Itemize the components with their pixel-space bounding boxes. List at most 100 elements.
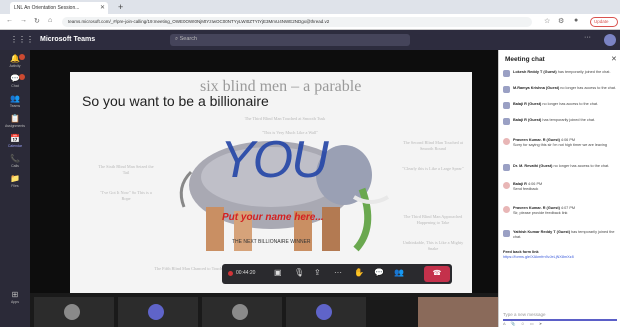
participant-tile[interactable] <box>202 297 282 327</box>
big-word: YOU <box>220 131 329 189</box>
participants-icon[interactable]: 👥 <box>394 268 404 277</box>
people-icon <box>503 102 510 109</box>
sender-name: M.Ramya Krishna (Guest) <box>513 86 560 90</box>
participant-tile[interactable] <box>34 297 114 327</box>
message-text: has temporarily joined the chat. <box>557 70 611 74</box>
avatar[interactable] <box>604 34 616 46</box>
browser-tab-bar: LNL An Orientation Session... ✕ + <box>0 0 620 14</box>
more-options-icon[interactable]: ··· <box>584 34 591 41</box>
url-field[interactable]: teams.microsoft.com/_#/pre-join-calling/… <box>62 17 532 27</box>
sender-name: Balaji R (Guest) <box>513 118 542 122</box>
back-icon[interactable]: ← <box>6 17 13 24</box>
people-icon <box>503 164 510 171</box>
teams-icon: 👥 <box>10 94 20 103</box>
microphone-icon[interactable]: 🎙 <box>294 268 304 277</box>
emoji-icon[interactable]: ☺ <box>521 321 527 326</box>
rail-item-files[interactable]: 📁 Files <box>4 174 26 192</box>
avatar <box>64 304 80 320</box>
rail-item-apps[interactable]: ⊞ Apps <box>4 290 26 308</box>
rail-item-assignments[interactable]: 📋 Assignments <box>4 114 26 132</box>
sender-name: Dr. M. Revathi (Guest) <box>513 164 553 168</box>
message-time: 4:06 PM <box>560 138 576 142</box>
calendar-icon: 📅 <box>10 134 20 143</box>
people-icon <box>503 86 510 93</box>
notification-badge <box>19 74 25 80</box>
message-text: Sorry for saying this sir i'm not high t… <box>513 142 607 147</box>
browser-tab[interactable]: LNL An Orientation Session... <box>10 2 108 14</box>
rail-item-calls[interactable]: 📞 Calls <box>4 154 26 172</box>
compose-toolbar: A 📎 ☺ ▭ ➤ <box>503 321 544 326</box>
parable-text: "Clearly this is Like a Large Spear" <box>402 166 464 171</box>
participant-tile[interactable] <box>286 297 366 327</box>
message-text: Send feedback <box>513 186 539 191</box>
slide-subtitle: So you want to be a billionaire <box>82 93 269 109</box>
participant-tile[interactable] <box>118 297 198 327</box>
sender-name: Yathish Kumar Reddy T (Guest) <box>513 230 570 234</box>
star-icon[interactable]: ☆ <box>544 17 550 25</box>
message-text: Sir, please provide feedback link <box>513 210 568 215</box>
participant-strip <box>30 293 498 327</box>
meeting-controls: 00:44:20 ▣ 🎙 ⇪ ··· ✋ 💬 👥 ☎ <box>222 264 452 284</box>
search-placeholder: Search <box>179 36 198 42</box>
compose-placeholder: Type a new message <box>503 312 546 317</box>
message-text: no longer has access to the chat. <box>560 86 617 90</box>
camera-icon[interactable]: ▣ <box>274 268 282 277</box>
message-text: has temporarily joined the chat. <box>542 118 596 122</box>
people-icon <box>503 230 510 237</box>
parable-text: The Third Blind Man Touched at Smooth Tu… <box>244 116 326 121</box>
rail-label: Apps <box>11 300 19 304</box>
screen: LNL An Orientation Session... ✕ + ← → ↻ … <box>0 0 620 327</box>
update-label: Update <box>594 19 609 24</box>
new-tab-icon[interactable]: + <box>118 2 123 12</box>
extensions-icon[interactable]: ⚙ <box>558 17 564 25</box>
message-text: no longer has access to the chat. <box>553 164 610 168</box>
chat-compose-input[interactable]: Type a new message <box>503 303 617 321</box>
rail-label: Files <box>11 184 19 188</box>
attach-icon[interactable]: 📎 <box>511 321 518 326</box>
rail-label: Chat <box>11 84 19 88</box>
rail-label: Teams <box>9 104 21 108</box>
gif-icon[interactable]: ▭ <box>530 321 536 326</box>
app-launcher-icon[interactable]: ⋮⋮⋮ <box>10 35 34 44</box>
rail-item-calendar[interactable]: 📅 Calendar <box>4 134 26 152</box>
rail-label: Activity <box>9 64 21 68</box>
share-screen-icon[interactable]: ⇪ <box>314 268 321 277</box>
avatar <box>316 304 332 320</box>
teams-header: ⋮⋮⋮ Microsoft Teams ⌕ Search ··· <box>0 30 620 50</box>
forward-icon[interactable]: → <box>20 17 27 24</box>
more-actions-icon[interactable]: ··· <box>334 268 342 277</box>
raise-hand-icon[interactable]: ✋ <box>354 268 364 277</box>
name-prompt: Put your name here... <box>222 212 324 223</box>
search-input[interactable]: ⌕ Search <box>170 34 410 46</box>
feedback-link[interactable]: https://forms.gle/XAkmfrn9vJeLjNX8mXz8 <box>503 255 574 259</box>
profile-icon[interactable]: ● <box>574 17 578 24</box>
rail-item-teams[interactable]: 👥 Teams <box>4 94 26 112</box>
rail-item-chat[interactable]: 💬 Chat <box>4 74 26 92</box>
update-button[interactable]: Update <box>590 17 618 27</box>
rail-label: Calendar <box>7 144 23 148</box>
avatar <box>232 304 248 320</box>
avatar <box>503 182 510 189</box>
leave-button[interactable]: ☎ <box>424 266 450 282</box>
participant-video[interactable] <box>418 297 498 327</box>
close-icon[interactable]: ✕ <box>611 55 617 63</box>
chat-toggle-icon[interactable]: 💬 <box>374 268 384 277</box>
avatar <box>503 138 510 145</box>
message-text: no longer has access to the chat. <box>542 102 599 106</box>
close-icon[interactable]: ✕ <box>100 4 105 11</box>
url-text: teams.microsoft.com/_#/pre-join-calling/… <box>68 19 330 24</box>
recording-icon <box>228 271 233 276</box>
send-icon[interactable]: ➤ <box>539 321 544 326</box>
home-icon[interactable]: ⌂ <box>48 17 52 24</box>
format-icon[interactable]: A <box>503 321 507 326</box>
people-icon <box>503 118 510 125</box>
phone-icon: 📞 <box>10 154 20 163</box>
rail-label: Calls <box>11 164 19 168</box>
reload-icon[interactable]: ↻ <box>34 17 40 25</box>
parable-text: The Second Blind Man Touched at Smooth R… <box>403 140 463 151</box>
sender-name: Feed back form link <box>503 250 539 254</box>
meeting-chat-panel: Meeting chat ✕ Lokesh Reddy T (Guest) ha… <box>498 50 620 327</box>
sender-name: Praveen Kumar. R (Guest) <box>513 138 560 142</box>
slide-caption: THE NEXT BILLIONAIRE WINNER <box>232 239 311 245</box>
rail-item-activity[interactable]: 🔔 Activity <box>4 54 26 72</box>
